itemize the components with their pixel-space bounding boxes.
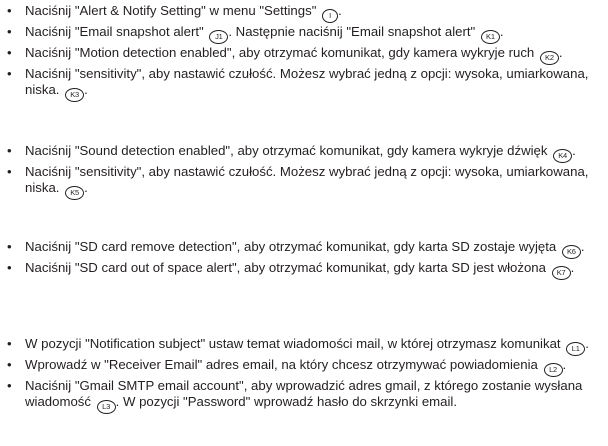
bullet-icon: • bbox=[7, 3, 12, 18]
instruction-text: Naciśnij "SD card remove detection", aby… bbox=[25, 239, 557, 254]
bullet-icon: • bbox=[7, 164, 12, 179]
instruction-text-tail: . bbox=[585, 336, 589, 351]
instruction-text-tail: . bbox=[84, 179, 88, 195]
list-item: • Naciśnij "sensitivity", aby nastawić cz… bbox=[0, 66, 608, 102]
instruction-group-3: • Naciśnij "SD card remove detection", ab… bbox=[0, 239, 608, 281]
instruction-text-tail: . bbox=[338, 3, 342, 18]
instruction-text: Wprowadź w "Receiver Email" adres email,… bbox=[25, 357, 538, 372]
instruction-group-1: • Naciśnij "Alert & Notify Setting" w men… bbox=[0, 3, 608, 103]
bullet-icon: • bbox=[7, 239, 12, 254]
step-badge: K7 bbox=[551, 266, 571, 280]
instruction-page: • Naciśnij "Alert & Notify Setting" w men… bbox=[0, 0, 608, 446]
step-badge: I bbox=[322, 9, 339, 23]
instruction-text-tail: . bbox=[562, 357, 567, 372]
instruction-text-tail: . Następnie naciśnij "Email snapshot ale… bbox=[228, 24, 476, 39]
step-badge: L1 bbox=[566, 342, 586, 356]
list-item: • Naciśnij "Alert & Notify Setting" w men… bbox=[0, 3, 608, 23]
instruction-text-tail: . bbox=[84, 81, 88, 97]
list-item: • Naciśnij "Motion detection enabled", ab… bbox=[0, 45, 608, 65]
instruction-text-tail: . bbox=[570, 260, 575, 275]
step-badge: K5 bbox=[65, 185, 85, 200]
step-badge: K1 bbox=[480, 30, 500, 44]
step-badge: K2 bbox=[539, 51, 559, 65]
list-item: • Naciśnij "Email snapshot alert" J1. Nas… bbox=[0, 24, 608, 44]
instruction-text: Naciśnij "SD card out of space alert", a… bbox=[25, 260, 546, 275]
list-item: • W pozycji "Notification subject" ustaw … bbox=[0, 336, 608, 356]
list-item: • Naciśnij "sensitivity", aby nastawić cz… bbox=[0, 164, 608, 200]
list-item: • Wprowadź w "Receiver Email" adres email… bbox=[0, 357, 608, 377]
instruction-text: W pozycji "Notification subject" ustaw t… bbox=[25, 336, 561, 351]
bullet-icon: • bbox=[7, 336, 12, 351]
instruction-text-tail: . bbox=[580, 239, 585, 254]
instruction-text: Naciśnij "Alert & Notify Setting" w menu… bbox=[25, 3, 317, 18]
step-badge: L2 bbox=[543, 363, 563, 377]
list-item: • Naciśnij "SD card out of space alert", … bbox=[0, 260, 608, 280]
bullet-icon: • bbox=[7, 260, 12, 275]
step-badge: K6 bbox=[561, 245, 581, 259]
step-badge: J1 bbox=[209, 30, 229, 44]
bullet-icon: • bbox=[7, 357, 12, 372]
instruction-text-tail: . bbox=[572, 143, 576, 158]
bullet-icon: • bbox=[7, 143, 12, 158]
instruction-text: Naciśnij "sensitivity", aby nastawić czu… bbox=[25, 66, 589, 97]
instruction-group-4: • W pozycji "Notification subject" ustaw … bbox=[0, 336, 608, 415]
instruction-text: Naciśnij "sensitivity", aby nastawić czu… bbox=[25, 164, 589, 195]
list-item: • Naciśnij "Gmail SMTP email account", ab… bbox=[0, 378, 608, 414]
instruction-text: Naciśnij "Sound detection enabled", aby … bbox=[25, 143, 548, 158]
step-badge: K3 bbox=[65, 87, 85, 102]
instruction-text-tail: . bbox=[558, 45, 563, 60]
list-item: • Naciśnij "SD card remove detection", ab… bbox=[0, 239, 608, 259]
instruction-group-2: • Naciśnij "Sound detection enabled", aby… bbox=[0, 143, 608, 201]
bullet-icon: • bbox=[7, 24, 12, 39]
step-badge: K4 bbox=[553, 149, 573, 163]
instruction-text: Naciśnij "Motion detection enabled", aby… bbox=[25, 45, 535, 60]
instruction-text-tail: . W pozycji "Password" wprowadź hasło do… bbox=[115, 393, 458, 409]
bullet-icon: • bbox=[7, 66, 12, 81]
bullet-icon: • bbox=[7, 378, 12, 393]
instruction-text: Naciśnij "Email snapshot alert" bbox=[25, 24, 204, 39]
instruction-text-tail: . bbox=[499, 24, 504, 39]
step-badge: L3 bbox=[96, 399, 116, 414]
bullet-icon: • bbox=[7, 45, 12, 60]
list-item: • Naciśnij "Sound detection enabled", aby… bbox=[0, 143, 608, 163]
